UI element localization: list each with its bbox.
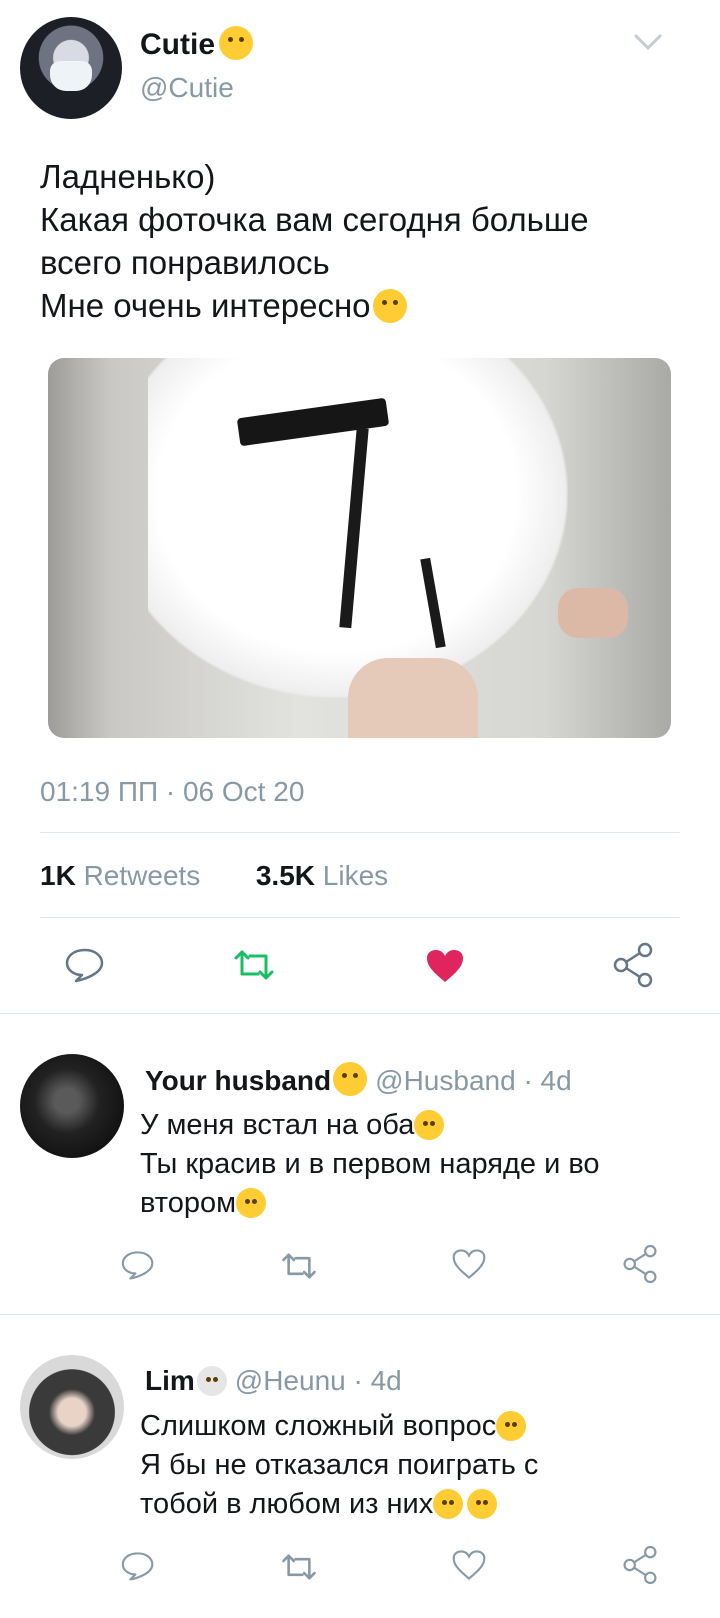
reply-handle[interactable]: @Heunu · 4d (235, 1365, 402, 1396)
author-handle[interactable]: @Cutie (140, 72, 234, 104)
reply-icon[interactable] (120, 1249, 156, 1281)
reply-line: Слишком сложный вопрос (140, 1410, 497, 1442)
reply-avatar[interactable] (20, 1054, 124, 1158)
reply-header: Lim @Heunu · 4d (145, 1365, 402, 1397)
like-icon[interactable] (452, 1549, 486, 1581)
reply-author-name[interactable]: Lim (145, 1365, 195, 1396)
reply-line: Я бы не отказался поиграть с (140, 1449, 539, 1481)
reply-line: втором (140, 1187, 237, 1219)
author-name-text: Cutie (140, 28, 215, 61)
divider (40, 917, 680, 918)
retweet-icon[interactable] (280, 1251, 318, 1281)
reply-text: Слишком сложный вопрос Я бы не отказался… (140, 1407, 700, 1524)
reply-handle[interactable]: @Husband · 4d (375, 1065, 572, 1096)
main-tweet: Cutie @Cutie Ладненько) Какая фоточка ва… (0, 0, 720, 1013)
tweet-timestamp[interactable]: 01:19 ПП · 06 Oct 20 (40, 776, 304, 808)
tweet-line: всего понравилось (40, 244, 330, 281)
tweet-text: Ладненько) Какая фоточка вам сегодня бол… (40, 155, 690, 327)
likes-stat[interactable]: 3.5K Likes (256, 860, 388, 891)
divider (40, 832, 680, 833)
reply-tweet[interactable]: Your husband @Husband · 4d У меня встал н… (0, 1014, 720, 1314)
share-icon[interactable] (612, 942, 654, 988)
author-name[interactable]: Cutie (140, 26, 253, 62)
tweet-photo[interactable] (48, 358, 671, 738)
yum-emoji-icon (219, 26, 253, 60)
tweet-stats: 1K Retweets 3.5K Likes (40, 860, 388, 892)
reply-avatar[interactable] (20, 1355, 124, 1459)
mouse-face-emoji-icon (196, 1366, 227, 1396)
thinking-emoji-icon (496, 1411, 527, 1441)
relieved-emoji-icon (414, 1110, 445, 1140)
share-icon[interactable] (622, 1244, 658, 1284)
smirk-emoji-icon (333, 1062, 368, 1096)
reply-line: Ты красив и в первом наряде и во (140, 1148, 600, 1180)
retweet-icon[interactable] (280, 1552, 318, 1582)
reply-header: Your husband @Husband · 4d (145, 1062, 572, 1097)
hand-over-mouth-emoji-icon (433, 1489, 464, 1519)
chevron-down-icon[interactable] (632, 30, 664, 54)
reply-icon[interactable] (120, 1550, 156, 1582)
like-icon[interactable] (425, 948, 465, 984)
reply-text: У меня встал на оба Ты красив и в первом… (140, 1106, 700, 1223)
tweet-line: Ладненько) (40, 158, 216, 195)
reply-line: тобой в любом из них (140, 1488, 434, 1520)
like-icon[interactable] (452, 1248, 486, 1280)
tweet-line: Мне очень интересно (40, 284, 690, 327)
retweets-stat[interactable]: 1K Retweets (40, 860, 200, 891)
reply-tweet[interactable]: Lim @Heunu · 4d Слишком сложный вопрос Я … (0, 1315, 720, 1618)
retweet-icon[interactable] (232, 948, 276, 982)
tweet-line: Какая фоточка вам сегодня больше (40, 201, 589, 238)
reply-icon[interactable] (64, 946, 106, 984)
reply-line: У меня встал на оба (140, 1109, 415, 1141)
author-avatar[interactable] (20, 17, 122, 119)
yum-emoji-icon (467, 1489, 498, 1519)
hand-over-mouth-emoji-icon (372, 289, 407, 323)
share-icon[interactable] (622, 1545, 658, 1585)
reply-author-name[interactable]: Your husband (145, 1065, 331, 1096)
drooling-emoji-icon (236, 1188, 267, 1218)
